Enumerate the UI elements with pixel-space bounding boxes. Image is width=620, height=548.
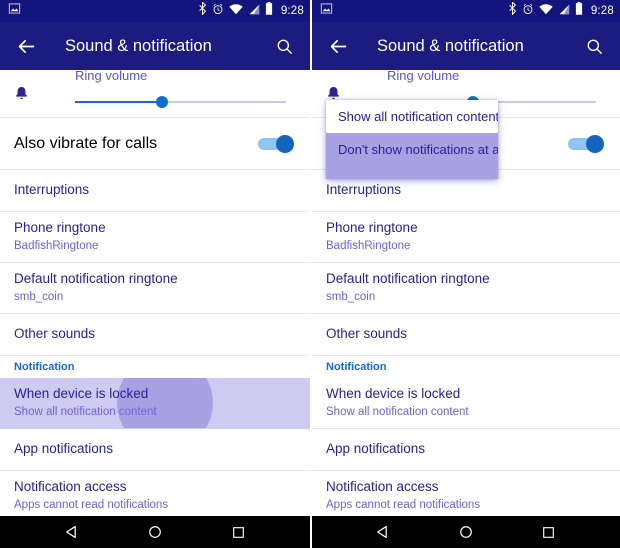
phone-ringtone-value: BadfishRingtone xyxy=(326,239,411,252)
app-bar: Sound & notification xyxy=(312,22,620,70)
notification-access-value: Apps cannot read notifications xyxy=(14,498,169,511)
bluetooth-icon xyxy=(198,1,207,20)
battery-icon xyxy=(265,2,273,20)
status-bar-notifications xyxy=(8,2,198,20)
phone-ringtone-row[interactable]: Phone ringtone BadfishRingtone xyxy=(0,212,310,263)
phone-ringtone-row[interactable]: Phone ringtone BadfishRingtone xyxy=(312,212,620,263)
default-notification-ringtone-label: Default notification ringtone xyxy=(14,271,178,287)
wifi-icon xyxy=(229,2,243,20)
when-device-locked-value: Show all notification content xyxy=(326,405,469,418)
also-vibrate-toggle[interactable] xyxy=(568,134,604,153)
other-sounds-row[interactable]: Other sounds xyxy=(0,314,310,356)
status-bar-clock: 9:28 xyxy=(280,5,304,17)
slider-track[interactable] xyxy=(75,96,286,108)
phone-ringtone-value: BadfishRingtone xyxy=(14,239,99,252)
slider-track-fill xyxy=(75,101,162,103)
interruptions-label: Interruptions xyxy=(14,182,90,198)
navigation-bar xyxy=(0,516,310,548)
app-notifications-row[interactable]: App notifications xyxy=(0,429,310,471)
page-title: Sound & notification xyxy=(377,36,524,55)
nav-recents-icon[interactable] xyxy=(221,516,255,548)
nav-recents-icon[interactable] xyxy=(532,516,566,548)
alarm-icon xyxy=(212,2,224,20)
default-notification-ringtone-value: smb_coin xyxy=(14,290,64,303)
wifi-icon xyxy=(539,2,553,20)
bell-icon xyxy=(10,86,32,102)
image-icon xyxy=(320,2,333,20)
when-device-locked-value: Show all notification content xyxy=(14,405,157,418)
back-arrow-icon[interactable] xyxy=(14,34,38,58)
ring-volume-slider[interactable]: Ring volume xyxy=(42,70,296,117)
nav-home-icon[interactable] xyxy=(449,516,483,548)
image-icon xyxy=(8,2,21,20)
search-icon[interactable] xyxy=(582,34,606,58)
back-arrow-icon[interactable] xyxy=(326,34,350,58)
interruptions-label: Interruptions xyxy=(326,182,402,198)
phone-screen-left: 9:28 Sound & notification Ring volume Al… xyxy=(0,0,310,548)
when-device-locked-dropdown[interactable]: Show all notification content Don't show… xyxy=(326,100,498,179)
battery-icon xyxy=(575,2,583,20)
slider-thumb[interactable] xyxy=(155,96,168,108)
phone-ringtone-label: Phone ringtone xyxy=(326,220,418,236)
default-notification-ringtone-row[interactable]: Default notification ringtone smb_coin xyxy=(312,263,620,314)
when-device-locked-row[interactable]: When device is locked Show all notificat… xyxy=(0,378,310,429)
notification-access-label: Notification access xyxy=(14,479,127,495)
bluetooth-icon xyxy=(508,1,517,20)
notification-access-value: Apps cannot read notifications xyxy=(326,498,481,511)
status-bar: 9:28 xyxy=(0,0,310,22)
interruptions-row[interactable]: Interruptions xyxy=(0,170,310,212)
toggle-thumb xyxy=(276,134,294,153)
dual-screenshot-container: 9:28 Sound & notification Ring volume Al… xyxy=(0,0,620,548)
settings-list-left[interactable]: Ring volume Also vibrate for calls Inter… xyxy=(0,70,310,516)
also-vibrate-label: Also vibrate for calls xyxy=(14,134,158,152)
navigation-bar xyxy=(312,516,620,548)
phone-screen-right: 9:28 Sound & notification Ring volume In… xyxy=(310,0,620,548)
signal-icon xyxy=(558,2,570,20)
dropdown-option-show-all[interactable]: Show all notification content xyxy=(326,100,498,133)
notification-section-header: Notification xyxy=(312,356,620,378)
signal-icon xyxy=(248,2,260,20)
other-sounds-label: Other sounds xyxy=(326,326,408,342)
toggle-thumb xyxy=(586,134,604,153)
also-vibrate-row[interactable]: Also vibrate for calls xyxy=(0,118,310,170)
app-notifications-label: App notifications xyxy=(14,441,114,457)
status-bar-notifications xyxy=(320,2,508,20)
when-device-locked-row[interactable]: When device is locked Show all notificat… xyxy=(312,378,620,429)
when-device-locked-label: When device is locked xyxy=(14,386,149,402)
status-bar-system-icons: 9:28 xyxy=(508,1,614,20)
status-bar-system-icons: 9:28 xyxy=(198,1,304,20)
other-sounds-label: Other sounds xyxy=(14,326,96,342)
notification-section-header: Notification xyxy=(0,356,310,378)
ring-volume-label: Ring volume xyxy=(387,70,460,83)
alarm-icon xyxy=(522,2,534,20)
nav-home-icon[interactable] xyxy=(138,516,172,548)
notification-access-row[interactable]: Notification access Apps cannot read not… xyxy=(312,471,620,516)
dropdown-option-dont-show[interactable]: Don't show notifications at all xyxy=(326,133,498,166)
app-notifications-label: App notifications xyxy=(326,441,426,457)
default-notification-ringtone-row[interactable]: Default notification ringtone smb_coin xyxy=(0,263,310,314)
ring-volume-label: Ring volume xyxy=(75,70,148,83)
app-notifications-row[interactable]: App notifications xyxy=(312,429,620,471)
status-bar: 9:28 xyxy=(312,0,620,22)
default-notification-ringtone-value: smb_coin xyxy=(326,290,376,303)
also-vibrate-toggle[interactable] xyxy=(258,134,294,153)
when-device-locked-label: When device is locked xyxy=(326,386,461,402)
notification-access-row[interactable]: Notification access Apps cannot read not… xyxy=(0,471,310,516)
notification-access-label: Notification access xyxy=(326,479,439,495)
phone-ringtone-label: Phone ringtone xyxy=(14,220,106,236)
page-title: Sound & notification xyxy=(65,36,212,55)
nav-back-icon[interactable] xyxy=(366,516,400,548)
search-icon[interactable] xyxy=(272,34,296,58)
settings-list-right[interactable]: Ring volume Also vibrate for calls Inter… xyxy=(312,70,620,516)
app-bar: Sound & notification xyxy=(0,22,310,70)
other-sounds-row[interactable]: Other sounds xyxy=(312,314,620,356)
default-notification-ringtone-label: Default notification ringtone xyxy=(326,271,490,287)
dropdown-option-clipped[interactable] xyxy=(326,166,498,179)
status-bar-clock: 9:28 xyxy=(590,5,614,17)
ring-volume-row[interactable]: Ring volume xyxy=(0,70,310,118)
nav-back-icon[interactable] xyxy=(55,516,89,548)
